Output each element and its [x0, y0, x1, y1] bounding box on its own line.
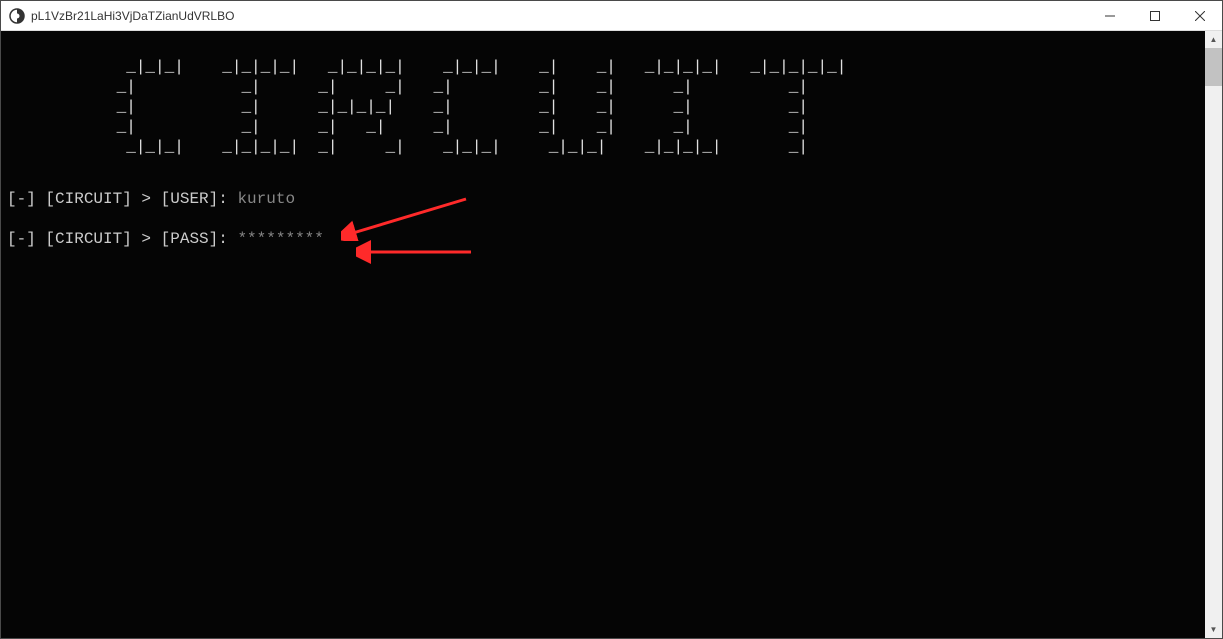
scroll-down-arrow-icon[interactable]: ▼ — [1205, 621, 1222, 638]
terminal-area: _|_|_| _|_|_|_| _|_|_|_| _|_|_| _| _| _|… — [1, 31, 1222, 638]
window-controls — [1087, 1, 1222, 30]
user-value: kuruto — [237, 189, 295, 209]
ascii-banner: _|_|_| _|_|_|_| _|_|_|_| _|_|_| _| _| _|… — [7, 57, 1205, 157]
maximize-button[interactable] — [1132, 1, 1177, 30]
scroll-up-arrow-icon[interactable]: ▲ — [1205, 31, 1222, 48]
pass-prompt-line: [-] [CIRCUIT] > [PASS]: ********* — [7, 229, 1205, 249]
prompt-prefix: [-] — [7, 189, 45, 209]
app-icon — [9, 8, 25, 24]
titlebar: pL1VzBr21LaHi3VjDaTZianUdVRLBO — [1, 1, 1222, 31]
app-window: pL1VzBr21LaHi3VjDaTZianUdVRLBO _|_|_| _|… — [0, 0, 1223, 639]
minimize-button[interactable] — [1087, 1, 1132, 30]
user-field-label: [USER] — [161, 189, 219, 209]
vertical-scrollbar[interactable]: ▲ ▼ — [1205, 31, 1222, 638]
app-label: [CIRCUIT] — [45, 189, 131, 209]
scroll-thumb[interactable] — [1205, 48, 1222, 86]
window-title: pL1VzBr21LaHi3VjDaTZianUdVRLBO — [31, 9, 1087, 23]
user-prompt-line: [-] [CIRCUIT] > [USER]: kuruto — [7, 189, 1205, 209]
app-label: [CIRCUIT] — [45, 229, 131, 249]
prompt-prefix: [-] — [7, 229, 45, 249]
terminal[interactable]: _|_|_| _|_|_|_| _|_|_|_| _|_|_| _| _| _|… — [1, 31, 1205, 638]
close-button[interactable] — [1177, 1, 1222, 30]
pass-value: ********* — [237, 229, 323, 249]
pass-field-label: [PASS] — [161, 229, 219, 249]
